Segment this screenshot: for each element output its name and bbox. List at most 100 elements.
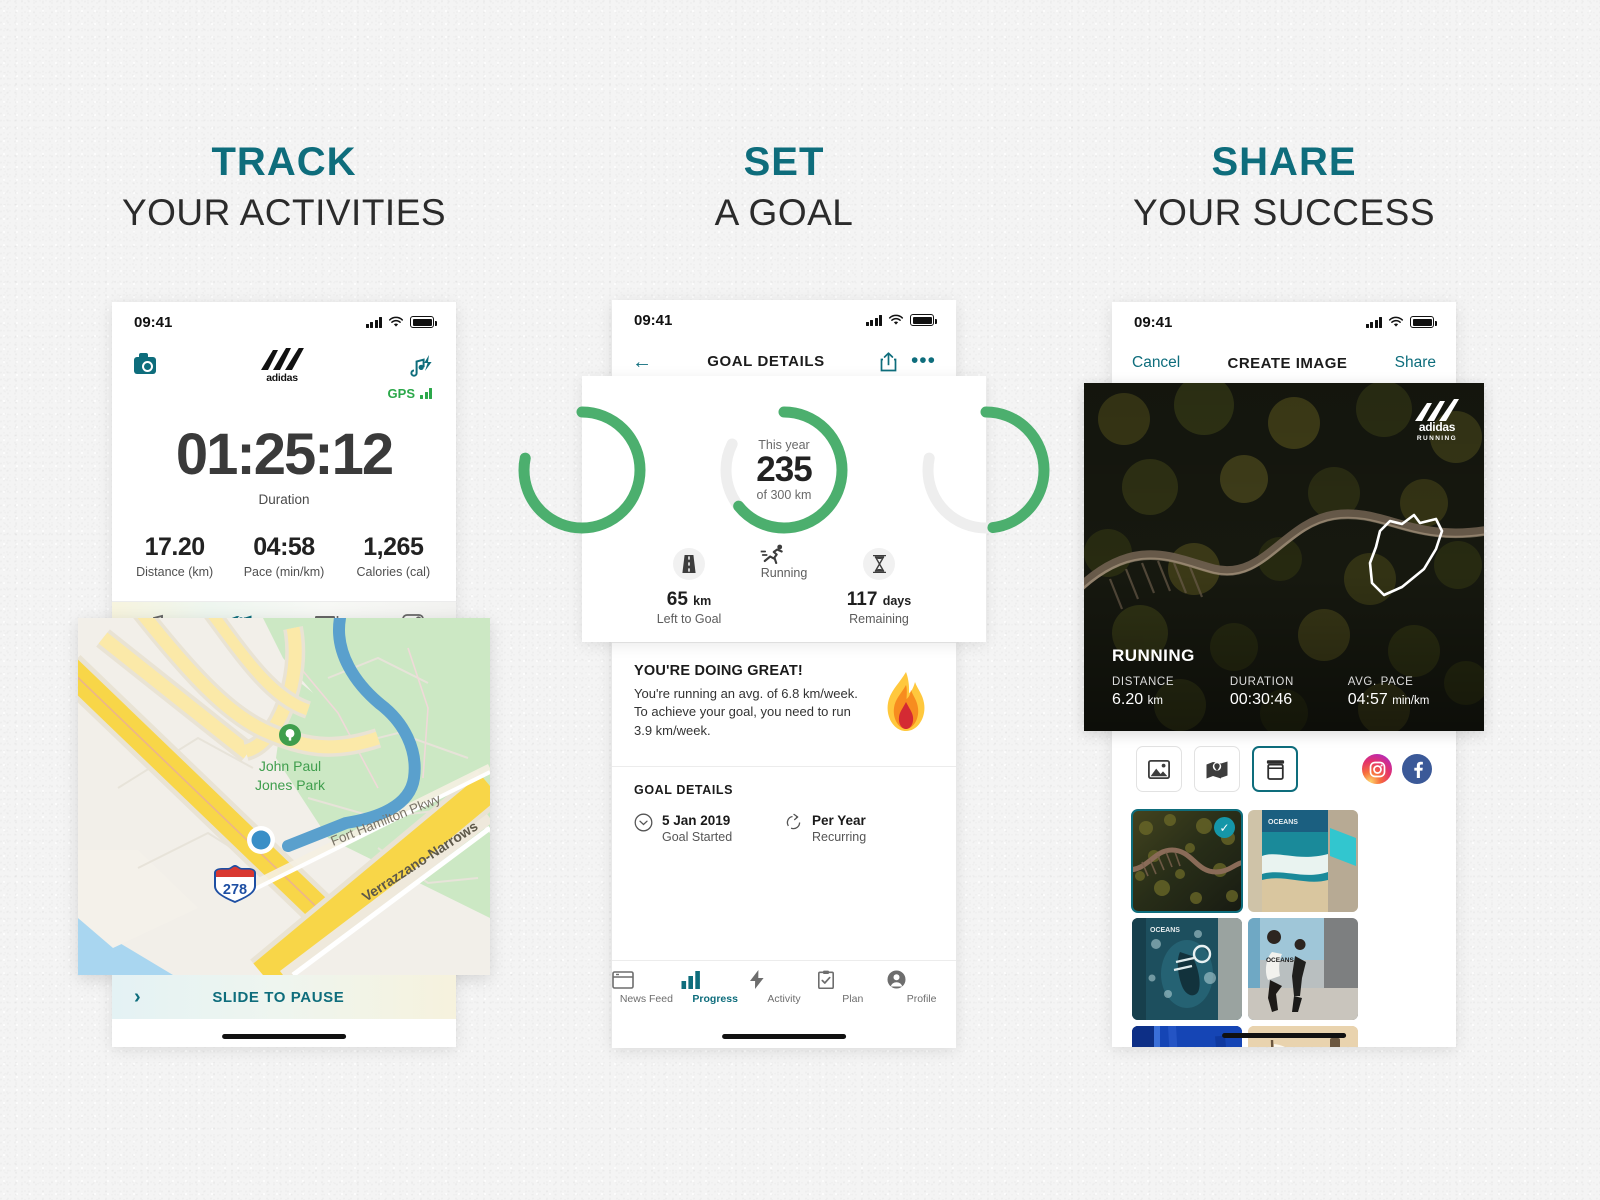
goal-nav-bar: ← GOAL DETAILS ••• xyxy=(612,334,956,380)
share-hero-image[interactable]: adidas RUNNING RUNNING DISTANCE 6.20 km … xyxy=(1084,383,1484,731)
home-indicator xyxy=(1222,1033,1346,1038)
tab-profile[interactable]: Profile xyxy=(887,970,956,1005)
image-icon xyxy=(1148,759,1170,779)
left-to-goal-value: 65 km xyxy=(666,589,712,610)
cellular-signal-icon xyxy=(1365,316,1382,328)
heading-top-share: SHARE xyxy=(1211,140,1357,184)
park-label-line2: Jones Park xyxy=(255,777,326,793)
status-bar: 09:41 xyxy=(1112,302,1456,336)
goal-started-date: 5 Jan 2019 xyxy=(662,813,731,828)
route-map-card[interactable]: John Paul Jones Park 278 Fort Hamilton P… xyxy=(78,618,490,975)
hero-activity-type: RUNNING xyxy=(1112,646,1195,665)
status-time: 09:41 xyxy=(634,311,673,329)
status-bar: 09:41 xyxy=(112,302,456,336)
social-share-row xyxy=(1362,754,1432,784)
hourglass-icon xyxy=(863,548,895,580)
battery-icon xyxy=(1410,316,1437,328)
share-button[interactable]: Share xyxy=(1395,354,1436,372)
stat-calories-label: Calories (cal) xyxy=(356,565,431,579)
wifi-icon xyxy=(1388,316,1404,327)
hero-distance-value: 6.20 km xyxy=(1112,691,1163,708)
wifi-icon xyxy=(388,316,404,327)
stat-pace-label: Pace (min/km) xyxy=(243,565,325,579)
tab-progress-label: Progress xyxy=(692,992,738,1005)
goal-sport-label: Running xyxy=(760,566,808,580)
hero-distance-label: DISTANCE xyxy=(1112,676,1175,688)
music-note-lightning-icon[interactable] xyxy=(408,352,434,378)
status-indicators xyxy=(865,314,937,326)
svg-text:OCEANS: OCEANS xyxy=(1150,927,1180,934)
recurring-icon xyxy=(786,813,801,830)
thumbnail-beach-wave[interactable]: OCEANS xyxy=(1248,810,1358,912)
stat-distance: 17.20 Distance (km) xyxy=(120,533,229,579)
thumbnail-runners-street[interactable]: OCEANS xyxy=(1248,918,1358,1020)
goal-ring-previous[interactable] xyxy=(516,404,648,536)
heading-sub-track: YOUR ACTIVITIES xyxy=(121,192,447,233)
facebook-icon[interactable] xyxy=(1402,754,1432,784)
activity-stats-row: 17.20 Distance (km) 04:58 Pace (min/km) … xyxy=(112,533,456,579)
back-arrow-icon[interactable]: ← xyxy=(632,352,652,372)
thumbnail-underwater-runner[interactable]: OCEANS xyxy=(1132,918,1242,1020)
tool-image-button[interactable] xyxy=(1136,746,1182,792)
goal-ring-next[interactable] xyxy=(920,404,1052,536)
adidas-logo: adidas xyxy=(259,348,305,384)
battery-icon xyxy=(910,314,937,326)
watermark-brand: adidas xyxy=(1418,420,1456,434)
slide-to-pause-control[interactable]: › SLIDE TO PAUSE xyxy=(112,975,456,1019)
tool-sticker-button[interactable] xyxy=(1252,746,1298,792)
hero-stat-duration: DURATION 00:30:46 xyxy=(1230,676,1348,709)
camera-icon[interactable] xyxy=(134,353,156,374)
goal-details-section: GOAL DETAILS 5 Jan 2019 Goal Started Per… xyxy=(612,766,956,844)
tab-progress[interactable]: Progress xyxy=(681,970,750,1005)
flame-icon xyxy=(878,663,934,740)
column-heading-share: SHARE YOUR SUCCESS xyxy=(1082,140,1486,236)
phone1-bottom-fill xyxy=(112,1019,456,1047)
ring-value: 235 xyxy=(756,449,812,489)
stat-pace-value: 04:58 xyxy=(253,533,315,561)
status-indicators xyxy=(1365,316,1437,328)
column-heading-set: SET A GOAL xyxy=(582,140,986,236)
column-heading-track: TRACK YOUR ACTIVITIES xyxy=(82,140,486,236)
hero-activity-stats: RUNNING DISTANCE 6.20 km DURATION 00:30:… xyxy=(1112,646,1466,709)
stat-calories-value: 1,265 xyxy=(363,533,424,561)
clock-icon xyxy=(634,813,653,832)
svg-text:OCEANS: OCEANS xyxy=(1268,819,1298,826)
status-time: 09:41 xyxy=(1134,313,1173,331)
hero-pace-value: 04:57 min/km xyxy=(1347,691,1430,708)
goal-ring-card[interactable]: This year 235 of 300 km Running 65 km Le… xyxy=(518,376,1050,642)
tab-activity[interactable]: Activity xyxy=(749,970,819,1005)
cancel-button[interactable]: Cancel xyxy=(1132,354,1180,372)
more-options-icon[interactable]: ••• xyxy=(911,351,936,371)
goal-detail-recurring: Per Year Recurring xyxy=(784,813,934,844)
cellular-signal-icon xyxy=(365,316,382,328)
hero-stat-pace: AVG. PACE 04:57 min/km xyxy=(1348,676,1466,709)
encouragement-body: You're running an avg. of 6.8 km/week. T… xyxy=(634,686,858,738)
goal-ring-current: This year 235 of 300 km xyxy=(718,404,850,536)
tool-map-button[interactable] xyxy=(1194,746,1240,792)
svg-text:278: 278 xyxy=(223,882,247,898)
road-icon xyxy=(673,548,705,580)
encouragement-section: YOU'RE DOING GREAT! You're running an av… xyxy=(612,642,956,758)
wifi-icon xyxy=(888,314,904,325)
bar-chart-icon xyxy=(681,970,700,989)
tab-news-feed-label: News Feed xyxy=(619,992,673,1005)
goal-details-rows: 5 Jan 2019 Goal Started Per Year Recurri… xyxy=(634,813,934,844)
instagram-icon[interactable] xyxy=(1362,754,1392,784)
tab-activity-label: Activity xyxy=(767,993,801,1005)
thumbnail-aerial-forest-road[interactable]: ✓ xyxy=(1131,809,1243,913)
tab-plan[interactable]: Plan xyxy=(818,970,887,1005)
share-icon[interactable] xyxy=(880,351,897,372)
goal-recurring-label: Recurring xyxy=(812,830,867,844)
adidas-bars-icon xyxy=(1415,399,1459,421)
clipboard-icon xyxy=(818,970,835,989)
goal-stat-left-to-goal: 65 km Left to Goal xyxy=(634,548,744,626)
editor-tool-row xyxy=(1112,746,1456,792)
watermark-sub: RUNNING xyxy=(1416,435,1458,442)
news-feed-icon xyxy=(612,970,634,989)
goal-recurring-value: Per Year xyxy=(812,813,866,828)
left-to-goal-label: Left to Goal xyxy=(656,612,722,626)
heading-top-set: SET xyxy=(743,140,825,184)
gps-label: GPS xyxy=(387,386,415,401)
tab-news-feed[interactable]: News Feed xyxy=(612,970,681,1005)
goal-started-label: Goal Started xyxy=(662,830,733,844)
